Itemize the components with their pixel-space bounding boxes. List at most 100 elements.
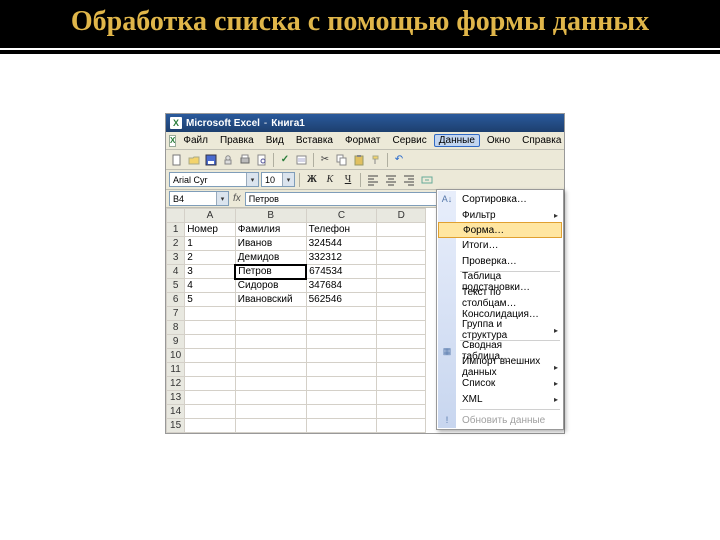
toolbar-sep-2 [313,153,314,167]
col-header-a[interactable]: A [185,209,236,223]
excel-app-icon: X [170,117,182,129]
research-icon[interactable] [294,152,310,168]
app-name: Microsoft Excel [186,118,260,129]
table-row[interactable]: 1НомерФамилияТелефон [167,223,426,237]
chevron-down-icon[interactable]: ▾ [246,173,258,186]
doc-name: Книга1 [271,118,305,129]
table-row[interactable]: 8 [167,321,426,335]
menu-group[interactable]: Группа и структура ▸ [438,322,562,338]
toolbar-sep-5 [360,173,361,187]
toolbar-sep [273,153,274,167]
pivot-icon: ▦ [441,345,453,357]
slide-title: Обработка списка с помощью формы данных [10,6,710,38]
font-size: 10 [265,175,275,185]
table-row[interactable]: 54Сидоров347684 [167,279,426,293]
toolbar-sep-3 [387,153,388,167]
preview-icon[interactable] [254,152,270,168]
table-row[interactable]: 11 [167,363,426,377]
menu-separator [460,409,560,410]
table-row[interactable]: 7 [167,307,426,321]
col-header-b[interactable]: B [235,209,306,223]
table-row[interactable]: 14 [167,405,426,419]
name-box[interactable]: B4 ▾ [169,191,229,206]
select-all-corner[interactable] [167,209,185,223]
table-row[interactable]: 9 [167,335,426,349]
menu-refresh: ! Обновить данные [438,412,562,428]
menu-xml[interactable]: XML ▸ [438,391,562,407]
fx-icon[interactable]: fx [233,193,241,204]
spell-icon[interactable]: ✓ [277,152,293,168]
menu-filter[interactable]: Фильтр ▸ [438,207,562,223]
paste-icon[interactable] [351,152,367,168]
menubar[interactable]: X Файл Правка Вид Вставка Формат Сервис … [166,132,564,150]
table-row[interactable]: 43Петров674534 [167,265,426,279]
table-row[interactable]: 10 [167,349,426,363]
undo-icon[interactable]: ↶ [391,152,407,168]
table-row[interactable]: 13 [167,391,426,405]
font-combo[interactable]: Arial Cyr ▾ [169,172,259,187]
active-cell-ref: B4 [173,194,184,204]
menu-list[interactable]: Список ▸ [438,375,562,391]
menu-file[interactable]: Файл [178,134,213,147]
menu-view[interactable]: Вид [261,134,289,147]
window-titlebar: X Microsoft Excel - Книга1 [166,114,564,132]
format-toolbar: Arial Cyr ▾ 10 ▾ Ж К Ч [166,170,564,190]
table-row[interactable]: 15 [167,419,426,433]
size-combo[interactable]: 10 ▾ [261,172,295,187]
toolbar-sep-4 [299,173,300,187]
menu-help[interactable]: Справка [517,134,566,147]
excel-doc-icon: X [169,135,176,147]
new-icon[interactable] [169,152,185,168]
table-row[interactable]: 65Ивановский562546 [167,293,426,307]
menu-tools[interactable]: Сервис [388,134,432,147]
refresh-icon: ! [441,414,453,426]
table-row[interactable]: 32Демидов332312 [167,251,426,265]
col-header-c[interactable]: C [306,209,377,223]
merge-icon[interactable] [419,172,435,188]
slide-header: Обработка списка с помощью формы данных [0,0,720,48]
standard-toolbar: ✓ ✂ ↶ [166,150,564,170]
slide-underline [0,50,720,54]
copy-icon[interactable] [334,152,350,168]
save-icon[interactable] [203,152,219,168]
underline-button[interactable]: Ч [340,172,356,188]
align-center-icon[interactable] [383,172,399,188]
menu-format[interactable]: Формат [340,134,386,147]
align-right-icon[interactable] [401,172,417,188]
menu-window[interactable]: Окно [482,134,515,147]
menu-data[interactable]: Данные [434,134,480,147]
sheet-table[interactable]: A B C D 1НомерФамилияТелефон 21Иванов324… [166,208,426,433]
submenu-arrow-icon: ▸ [554,326,558,335]
align-left-icon[interactable] [365,172,381,188]
chevron-down-icon[interactable]: ▾ [216,192,228,205]
format-painter-icon[interactable] [368,152,384,168]
table-row[interactable]: 12 [167,377,426,391]
data-menu-dropdown[interactable]: A↓ Сортировка… Фильтр ▸ Форма… Итоги… Пр… [436,189,564,430]
menu-validate[interactable]: Проверка… [438,253,562,269]
submenu-arrow-icon: ▸ [554,211,558,220]
open-icon[interactable] [186,152,202,168]
menu-import[interactable]: Импорт внешних данных ▸ [438,359,562,375]
menu-sort[interactable]: A↓ Сортировка… [438,191,562,207]
col-header-d[interactable]: D [377,209,426,223]
excel-window: X Microsoft Excel - Книга1 X Файл Правка… [165,113,565,434]
bold-button[interactable]: Ж [304,172,320,188]
table-row[interactable]: 21Иванов324544 [167,237,426,251]
print-icon[interactable] [237,152,253,168]
menu-form[interactable]: Форма… [438,222,562,238]
menu-edit[interactable]: Правка [215,134,259,147]
submenu-arrow-icon: ▸ [554,379,558,388]
sort-icon: A↓ [441,193,453,205]
submenu-arrow-icon: ▸ [554,395,558,404]
italic-button[interactable]: К [322,172,338,188]
menu-text-cols[interactable]: Текст по столбцам… [438,290,562,306]
active-cell[interactable]: Петров [235,265,306,279]
permission-icon[interactable] [220,152,236,168]
font-name: Arial Cyr [173,175,208,185]
chevron-down-icon[interactable]: ▾ [282,173,294,186]
submenu-arrow-icon: ▸ [554,363,558,372]
cut-icon[interactable]: ✂ [317,152,333,168]
menu-itogi[interactable]: Итоги… [438,237,562,253]
formula-value: Петров [249,194,279,204]
menu-insert[interactable]: Вставка [291,134,338,147]
